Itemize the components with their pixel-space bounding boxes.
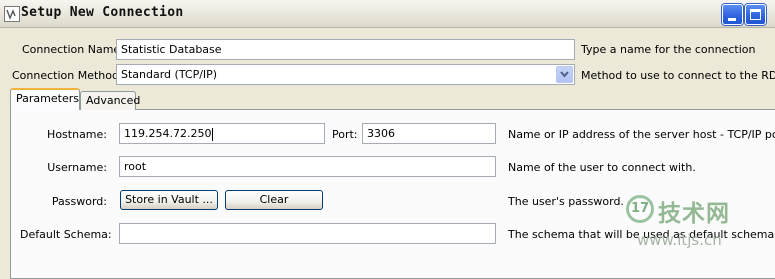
app-window-icon: [4, 6, 20, 22]
minimize-button[interactable]: [722, 4, 743, 25]
connection-method-hint: Method to use to connect to the RDBMS: [581, 69, 775, 82]
connection-method-select[interactable]: Standard (TCP/IP): [116, 64, 575, 85]
connection-method-label: Connection Method:: [12, 69, 123, 82]
connection-name-input[interactable]: Statistic Database: [116, 39, 575, 60]
window-title: Setup New Connection: [21, 5, 184, 20]
port-input[interactable]: 3306: [362, 123, 496, 144]
clear-password-button[interactable]: Clear: [225, 190, 323, 210]
chevron-down-icon[interactable]: [556, 66, 573, 83]
hostname-label: Hostname:: [47, 128, 107, 141]
default-schema-label: Default Schema:: [20, 228, 112, 241]
hostname-value: 119.254.72.250: [124, 127, 212, 140]
text-caret: [212, 127, 214, 141]
maximize-button[interactable]: [745, 4, 766, 25]
connection-method-value: Standard (TCP/IP): [121, 68, 218, 81]
tab-advanced[interactable]: Advanced: [80, 91, 140, 110]
store-in-vault-button[interactable]: Store in Vault ...: [120, 190, 218, 210]
hostname-input[interactable]: 119.254.72.250: [119, 123, 325, 144]
username-input[interactable]: root: [119, 156, 496, 177]
tab-parameters[interactable]: Parameters: [10, 88, 80, 110]
connection-name-hint: Type a name for the connection: [581, 43, 756, 56]
port-label: Port:: [332, 128, 358, 141]
hostname-hint: Name or IP address of the server host - …: [508, 128, 775, 141]
minimize-icon: [728, 18, 736, 21]
username-label: Username:: [47, 161, 107, 174]
watermark-logo: 17: [626, 195, 654, 223]
connection-name-label: Connection Name:: [22, 43, 124, 56]
watermark-url: www.itjs.cn: [637, 231, 722, 249]
default-schema-input[interactable]: [119, 223, 496, 244]
maximize-icon: [750, 9, 761, 20]
title-bar: Setup New Connection: [0, 0, 775, 28]
password-hint: The user's password.: [508, 195, 624, 208]
watermark-name: 技术网: [658, 201, 730, 227]
username-hint: Name of the user to connect with.: [508, 161, 696, 174]
site-watermark: 17 技术网 www.itjs.cn: [625, 192, 775, 268]
password-label: Password:: [51, 195, 107, 208]
